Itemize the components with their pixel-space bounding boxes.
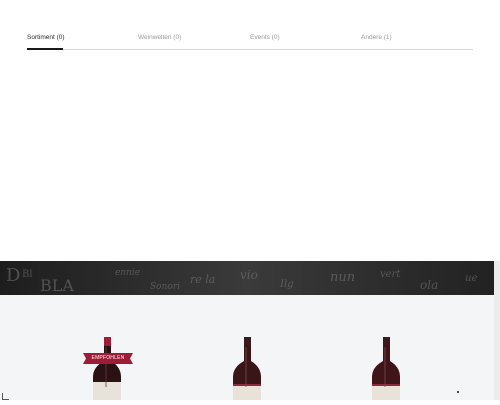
product-wine-bottle[interactable] <box>87 335 127 400</box>
product-carousel <box>0 295 494 400</box>
svg-text:Bl: Bl <box>22 269 33 280</box>
page-edge-strip <box>494 261 500 400</box>
svg-text:re la: re la <box>190 273 215 286</box>
svg-text:ola: ola <box>420 278 438 292</box>
product-wine-bottle[interactable] <box>366 335 406 400</box>
svg-text:Sonori: Sonori <box>150 282 180 292</box>
product-wine-bottle[interactable] <box>227 335 267 400</box>
tab-sortiment[interactable]: Sortiment (0) <box>27 33 65 50</box>
newsprint-banner: D Bl BLA ennie Sonori re la vio Ilg nun … <box>0 261 494 295</box>
svg-text:BLA: BLA <box>40 276 74 295</box>
red-wine-bottle-icon <box>233 337 261 400</box>
svg-text:vert: vert <box>380 269 401 280</box>
red-wine-bottle-icon <box>372 337 400 400</box>
search-results-tabs: Sortiment (0) Weinwelten (0) Events (0) … <box>27 33 473 50</box>
svg-text:ue: ue <box>465 273 477 284</box>
tab-andere[interactable]: Andere (1) <box>361 33 392 48</box>
svg-text:D: D <box>6 265 20 286</box>
recommended-badge: EMPFOHLEN <box>83 353 133 364</box>
tab-events[interactable]: Events (0) <box>250 33 280 48</box>
svg-text:vio: vio <box>240 268 258 282</box>
svg-text:nun: nun <box>330 270 355 285</box>
svg-text:Ilg: Ilg <box>279 279 294 290</box>
svg-text:ennie: ennie <box>115 268 140 278</box>
red-wine-bottle-icon <box>93 337 121 400</box>
tab-weinwelten[interactable]: Weinwelten (0) <box>138 33 181 48</box>
carousel-dot[interactable] <box>457 391 459 393</box>
corner-marker <box>2 393 9 400</box>
